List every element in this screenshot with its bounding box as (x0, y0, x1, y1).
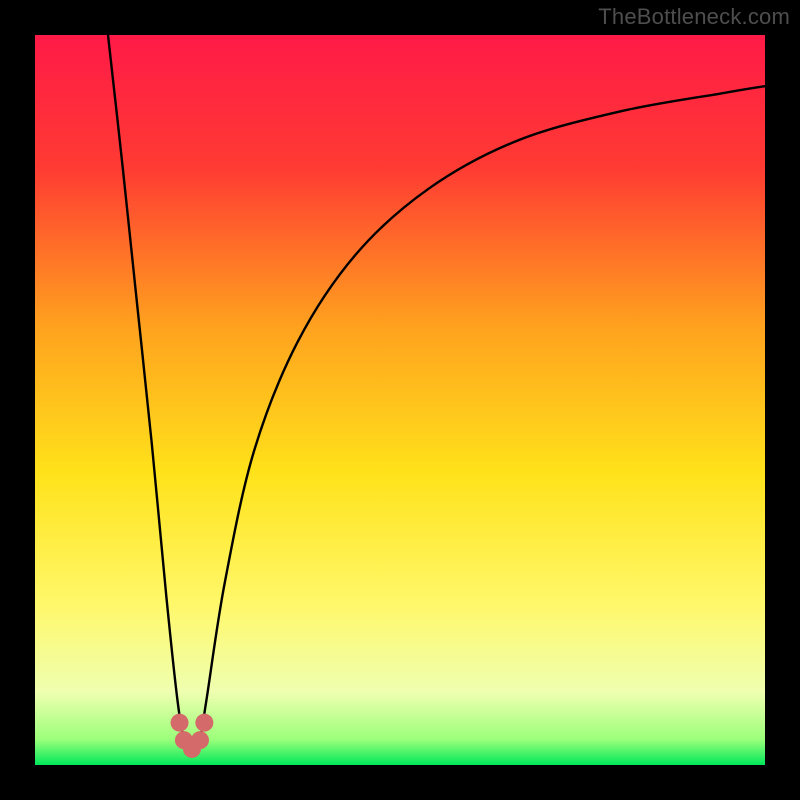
min-marker (195, 714, 213, 732)
gradient-background (35, 35, 765, 765)
plot-area (35, 35, 765, 765)
min-marker (171, 714, 189, 732)
plot-svg (35, 35, 765, 765)
chart-frame: TheBottleneck.com (0, 0, 800, 800)
watermark-text: TheBottleneck.com (598, 4, 790, 30)
min-marker (191, 731, 209, 749)
